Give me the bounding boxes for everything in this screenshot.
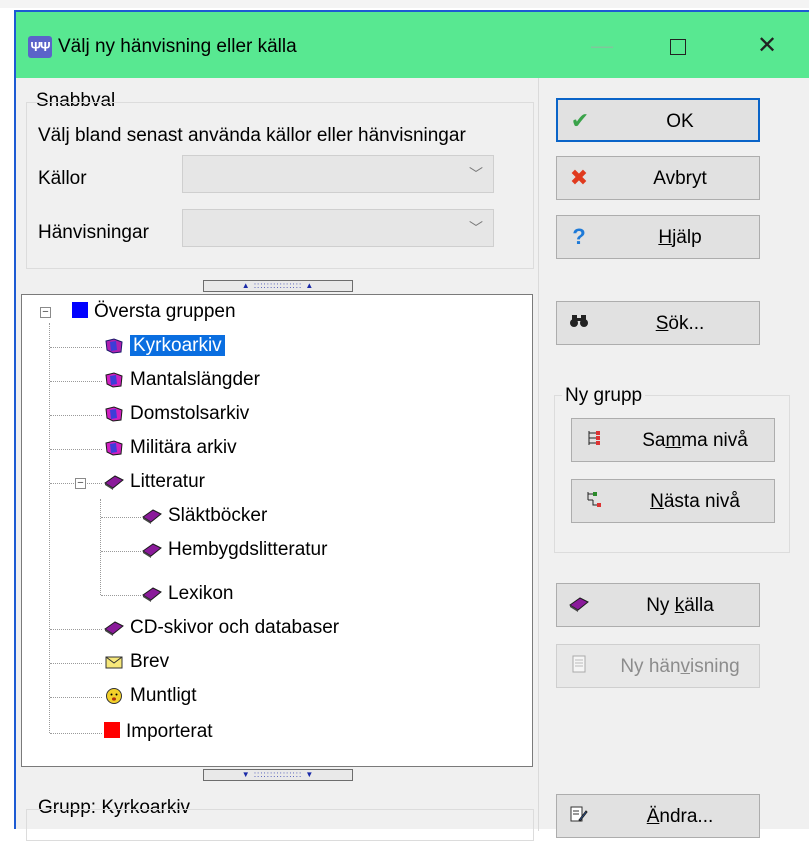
tree-item-label: Hembygdslitteratur	[168, 539, 328, 560]
tree-next-level-icon	[582, 489, 606, 513]
collapse-icon[interactable]: −	[40, 307, 51, 318]
tree-item-kyrkoarkiv[interactable]: Kyrkoarkiv	[104, 333, 225, 359]
x-icon: ✖	[569, 165, 589, 190]
archive-icon	[104, 404, 124, 422]
next-level-button[interactable]: Nästa nivå	[571, 479, 775, 523]
tree-item-label: Släktböcker	[168, 505, 268, 526]
red-square-icon	[104, 721, 120, 738]
tree-item-label: Militära arkiv	[130, 437, 237, 458]
tree-item-litteratur[interactable]: Litteratur	[104, 469, 205, 495]
document-icon	[567, 654, 591, 678]
search-button[interactable]: Sök...	[556, 301, 760, 345]
title-bar[interactable]: ΨΨ Välj ny hänvisning eller källa — ✕	[16, 12, 809, 78]
tree-item-label: Domstolsarkiv	[130, 403, 250, 424]
binoculars-icon	[567, 311, 591, 335]
source-tree[interactable]: − Översta gruppen Kyrkoarkiv Mantalsläng…	[21, 294, 533, 767]
quick-select-description: Välj bland senast använda källor eller h…	[38, 125, 466, 146]
tree-root[interactable]: Översta gruppen	[72, 299, 236, 325]
tree-item-label: Lexikon	[168, 583, 234, 604]
book-icon	[104, 618, 124, 636]
book-icon	[104, 472, 124, 490]
same-level-label: Samma nivå	[642, 430, 748, 451]
splitter-up[interactable]: ▲ ::::::::::::::: ▲	[203, 280, 353, 292]
tree-item-label: Importerat	[126, 721, 213, 742]
tree-item-label: Litteratur	[130, 471, 205, 492]
ok-label: OK	[666, 111, 694, 132]
edit-label: Ändra...	[646, 806, 714, 827]
question-icon: ?	[572, 224, 586, 249]
tree-same-level-icon	[582, 428, 606, 452]
help-button[interactable]: ? Hjälp	[556, 215, 760, 259]
tree-item-mantalslangder[interactable]: Mantalslängder	[104, 367, 260, 393]
group-box	[26, 809, 534, 841]
app-icon: ΨΨ	[28, 36, 52, 58]
archive-icon	[104, 336, 124, 354]
splitter-down[interactable]: ▼ ::::::::::::::: ▼	[203, 769, 353, 781]
tree-item-label: CD-skivor och databaser	[130, 617, 340, 638]
new-group-label: Ny grupp	[562, 385, 646, 407]
tree-root-label: Översta gruppen	[94, 301, 236, 322]
edit-document-icon	[567, 804, 591, 828]
chevron-down-icon: ﹀	[469, 220, 483, 236]
new-reference-label: Ny hänvisning	[620, 656, 740, 677]
new-source-label: Ny källa	[646, 595, 714, 616]
tree-item-lexikon[interactable]: Lexikon	[142, 581, 234, 607]
desktop-strip	[0, 0, 809, 8]
tree-item-importerat[interactable]: Importerat	[104, 719, 213, 745]
search-label: Sök...	[655, 313, 705, 334]
tree-item-slaktbocker[interactable]: Släktböcker	[142, 503, 267, 529]
help-label: Hjälp	[658, 227, 702, 248]
sources-label: Källor	[38, 168, 87, 189]
book-icon	[142, 540, 162, 558]
book-icon	[142, 584, 162, 602]
minimize-icon[interactable]: —	[577, 26, 627, 66]
edit-button[interactable]: Ändra...	[556, 794, 760, 838]
book-icon	[567, 593, 591, 617]
tree-item-militara-arkiv[interactable]: Militära arkiv	[104, 435, 237, 461]
window-title: Välj ny hänvisning eller källa	[58, 36, 297, 57]
tree-item-label: Kyrkoarkiv	[130, 335, 225, 356]
new-source-button[interactable]: Ny källa	[556, 583, 760, 627]
cancel-label: Avbryt	[653, 168, 707, 189]
new-reference-button[interactable]: Ny hänvisning	[556, 644, 760, 688]
chevron-down-icon: ﹀	[469, 166, 483, 182]
references-combo[interactable]: ﹀	[182, 209, 494, 247]
tree-item-muntligt[interactable]: Muntligt	[104, 683, 197, 709]
close-icon[interactable]: ✕	[742, 26, 792, 66]
book-icon	[142, 506, 162, 524]
tree-item-label: Muntligt	[130, 685, 197, 706]
archive-icon	[104, 370, 124, 388]
check-icon: ✔	[570, 108, 590, 133]
maximize-icon[interactable]	[653, 26, 703, 66]
tree-item-label: Brev	[130, 651, 170, 672]
references-label: Hänvisningar	[38, 222, 149, 243]
tree-item-domstolsarkiv[interactable]: Domstolsarkiv	[104, 401, 249, 427]
face-icon	[104, 686, 124, 704]
dialog-window: ΨΨ Välj ny hänvisning eller källa — ✕ Sn…	[14, 10, 809, 841]
tree-item-brev[interactable]: Brev	[104, 649, 169, 675]
tree-item-label: Mantalslängder	[130, 369, 260, 390]
blue-square-icon	[72, 301, 88, 318]
tree-item-cd-skivor[interactable]: CD-skivor och databaser	[104, 615, 339, 641]
same-level-button[interactable]: Samma nivå	[571, 418, 775, 462]
tree-item-hembygdslitteratur[interactable]: Hembygdslitteratur	[142, 537, 327, 563]
collapse-icon[interactable]: −	[75, 478, 86, 489]
ok-button[interactable]: ✔ OK	[556, 98, 760, 142]
archive-icon	[104, 438, 124, 456]
pane-divider	[538, 78, 539, 831]
envelope-icon	[104, 652, 124, 669]
sources-combo[interactable]: ﹀	[182, 155, 494, 193]
next-level-label: Nästa nivå	[650, 491, 740, 512]
cancel-button[interactable]: ✖ Avbryt	[556, 156, 760, 200]
